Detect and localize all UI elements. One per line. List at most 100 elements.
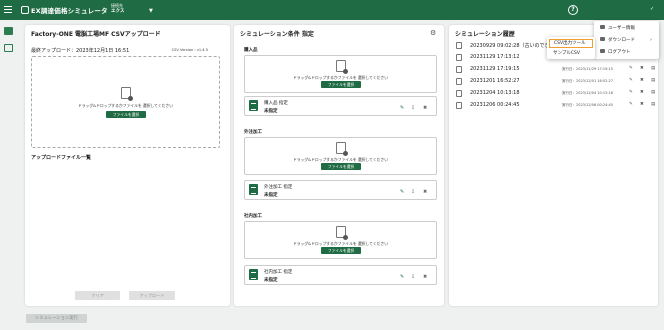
upload-panel-title: Factory-ONE 電脳工場MF CSVアップロード: [31, 31, 161, 38]
download-icon: [600, 37, 605, 41]
edit-icon[interactable]: ✎: [629, 66, 633, 71]
upload-file-icon: [121, 87, 133, 101]
logout-icon: [600, 49, 605, 53]
purchase-drop-zone[interactable]: ドラッグ&ドロップするかファイルを 選択してください ファイルを選択: [244, 55, 437, 93]
conditions-panel-title: シミュレーション条件 指定: [240, 31, 314, 38]
chevron-right-icon: ›: [650, 37, 652, 43]
history-run-date: 実行日：2023/12/06 00:24:45: [562, 103, 614, 107]
help-icon[interactable]: ?: [568, 5, 578, 15]
file-status: 未指定: [264, 109, 278, 114]
document-icon: [456, 66, 462, 73]
outsourcing-drop-zone[interactable]: ドラッグ&ドロップするかファイルを 選択してください ファイルを選択: [244, 137, 437, 175]
simulation-conditions-panel: シミュレーション条件 指定 ⚙ 購入品 ドラッグ&ドロップするかファイルを 選択…: [234, 25, 444, 306]
select-file-button[interactable]: ファイルを選択: [106, 111, 146, 118]
upload-file-icon: [336, 60, 348, 74]
download-icon[interactable]: ⇩: [411, 189, 415, 195]
run-simulation-button[interactable]: シミュレーション実行: [26, 314, 87, 323]
delete-icon[interactable]: ✖: [640, 90, 644, 95]
connection-label: 接続先: [111, 3, 123, 8]
delete-icon[interactable]: ✖: [640, 102, 644, 107]
book-icon[interactable]: [4, 44, 13, 52]
history-date: 20231201 16:52:27: [470, 78, 520, 84]
edit-icon[interactable]: ✎: [400, 105, 404, 111]
history-date: 20230929 09:02:28（古いのでき…: [470, 43, 555, 49]
history-row[interactable]: 20231129 17:19:15 実行日：2023/11/29 17:19:1…: [456, 65, 655, 76]
upload-file-icon: [336, 142, 348, 156]
upload-file-list-label: アップロードファイル一覧: [31, 155, 92, 161]
history-date: 20231204 10:13:18: [470, 90, 520, 96]
csv-version-text: CSV Version : v1.4.5: [171, 48, 208, 52]
edit-icon[interactable]: ✎: [629, 102, 633, 107]
spreadsheet-icon: [249, 184, 258, 195]
inhouse-drop-zone[interactable]: ドラッグ&ドロップするかファイルを 選択してください ファイルを選択: [244, 221, 437, 259]
menu-item-logout[interactable]: ログアウト: [600, 49, 631, 55]
edit-icon[interactable]: ✎: [629, 78, 633, 83]
outsourcing-file-row: 外注加工 指定 未指定 ✎ ⇩ ✖: [244, 180, 437, 200]
delete-icon[interactable]: ✖: [640, 78, 644, 83]
file-status: 未指定: [264, 278, 278, 283]
history-row[interactable]: 20231204 10:13:18 実行日：2023/12/04 10:13:1…: [456, 89, 655, 100]
history-panel-title: シミュレーション履歴: [455, 31, 515, 38]
history-row[interactable]: 20231206 00:24:45 実行日：2023/12/06 00:24:4…: [456, 101, 655, 112]
section-label-purchase: 購入品: [244, 48, 258, 53]
logo-mark-icon: [21, 6, 29, 14]
side-rail: [0, 20, 17, 330]
select-file-button[interactable]: ファイルを選択: [321, 81, 361, 88]
last-upload-text: 最終アップロード：2023年12月1日 16:51: [31, 48, 130, 54]
app-logo: EX調達価格シミュレータ: [21, 5, 108, 15]
chart-icon[interactable]: ▤: [651, 78, 655, 83]
chart-icon[interactable]: ▤: [651, 66, 655, 71]
menu-item-download[interactable]: ダウンロード ›: [600, 37, 656, 43]
simulation-history-panel: シミュレーション履歴 20230929 09:02:28（古いのでき… 2023…: [449, 25, 658, 306]
inhouse-file-row: 社内加工 指定 未指定 ✎ ⇩ ✖: [244, 265, 437, 285]
document-icon: [456, 90, 462, 97]
history-date: 20231129 17:13:12: [470, 54, 520, 60]
edit-icon[interactable]: ✎: [629, 90, 633, 95]
purchase-file-row: 購入品 指定 未指定 ✎ ⇩ ✖: [244, 96, 437, 116]
document-icon: [456, 102, 462, 109]
app-header: EX調達価格シミュレータ 接続先 エクス ▼ ? ✓: [0, 0, 664, 20]
delete-icon[interactable]: ✖: [423, 274, 427, 280]
connection-value: エクス: [111, 8, 125, 14]
delete-icon[interactable]: ✖: [423, 105, 427, 111]
csv-upload-panel: Factory-ONE 電脳工場MF CSVアップロード 最終アップロード：20…: [25, 25, 230, 306]
document-icon: [456, 78, 462, 85]
connection-selector[interactable]: 接続先 エクス: [111, 3, 124, 14]
user-icon: [600, 25, 605, 29]
download-icon[interactable]: ⇩: [411, 105, 415, 111]
file-name: 購入品 指定: [264, 101, 288, 106]
download-submenu: CSV出力ツール サンプルCSV: [547, 37, 595, 59]
user-menu-chevron-icon[interactable]: ✓: [650, 6, 654, 12]
document-icon: [456, 54, 462, 61]
delete-icon[interactable]: ✖: [640, 66, 644, 71]
select-file-button[interactable]: ファイルを選択: [321, 247, 361, 254]
edit-icon[interactable]: ✎: [400, 274, 404, 280]
document-icon: [456, 42, 462, 49]
history-date: 20231129 17:19:15: [470, 66, 520, 72]
select-file-button[interactable]: ファイルを選択: [321, 163, 361, 170]
edit-icon[interactable]: ✎: [400, 189, 404, 195]
submenu-item-csv-tool[interactable]: CSV出力ツール: [549, 39, 593, 48]
upload-button[interactable]: アップロード: [129, 291, 175, 300]
history-run-date: 実行日：2023/12/01 16:52:27: [562, 79, 614, 83]
submenu-item-sample-csv[interactable]: サンプルCSV: [553, 50, 580, 56]
section-label-outsourcing: 外注加工: [244, 130, 262, 135]
spreadsheet-icon: [249, 100, 258, 111]
gear-icon[interactable]: ⚙: [430, 29, 436, 37]
hamburger-menu-icon[interactable]: [4, 6, 12, 13]
chart-icon[interactable]: ▤: [651, 90, 655, 95]
app-title: EX調達価格シミュレータ: [31, 7, 108, 15]
caret-down-icon[interactable]: ▼: [149, 8, 153, 14]
clear-button[interactable]: クリア: [75, 291, 120, 300]
menu-item-user-info[interactable]: ユーザー情報: [600, 25, 635, 31]
spreadsheet-icon: [249, 269, 258, 280]
csv-drop-zone[interactable]: ドラッグ&ドロップするかファイルを 選択してください ファイルを選択: [31, 56, 220, 148]
file-status: 未指定: [264, 193, 278, 198]
section-label-inhouse: 社内加工: [244, 214, 262, 219]
download-icon[interactable]: ⇩: [411, 274, 415, 280]
list-icon[interactable]: [4, 27, 13, 35]
chart-icon[interactable]: ▤: [651, 102, 655, 107]
delete-icon[interactable]: ✖: [423, 189, 427, 195]
history-row[interactable]: 20231201 16:52:27 実行日：2023/12/01 16:52:2…: [456, 77, 655, 88]
drop-zone-text: ドラッグ&ドロップするかファイルを 選択してください: [77, 103, 174, 108]
